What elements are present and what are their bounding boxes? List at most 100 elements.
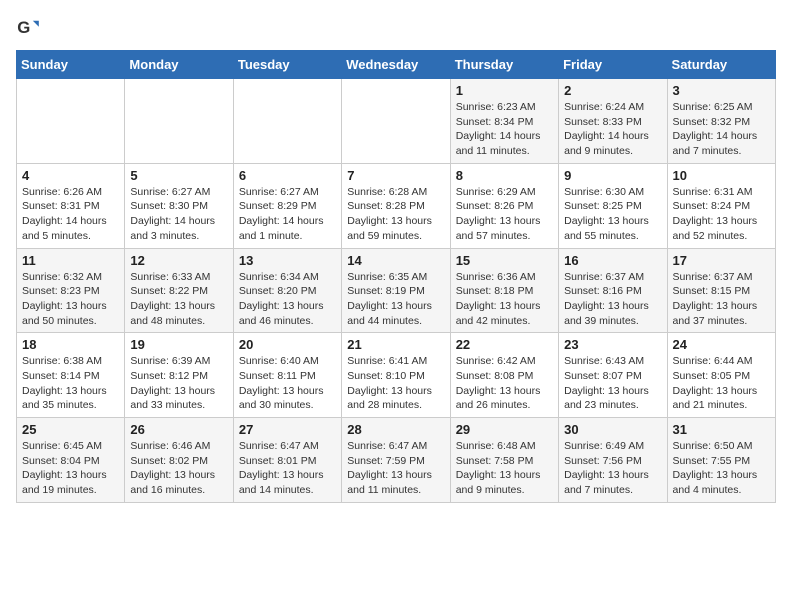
calendar-cell: 4 Sunrise: 6:26 AMSunset: 8:31 PMDaylight… <box>17 163 125 248</box>
day-info: Sunrise: 6:45 AMSunset: 8:04 PMDaylight:… <box>22 439 119 498</box>
day-info: Sunrise: 6:46 AMSunset: 8:02 PMDaylight:… <box>130 439 227 498</box>
day-number: 24 <box>673 337 770 352</box>
day-info: Sunrise: 6:28 AMSunset: 8:28 PMDaylight:… <box>347 185 444 244</box>
day-info: Sunrise: 6:47 AMSunset: 8:01 PMDaylight:… <box>239 439 336 498</box>
calendar-cell: 19 Sunrise: 6:39 AMSunset: 8:12 PMDayligh… <box>125 333 233 418</box>
calendar-cell: 27 Sunrise: 6:47 AMSunset: 8:01 PMDayligh… <box>233 418 341 503</box>
calendar-cell <box>125 79 233 164</box>
day-number: 13 <box>239 253 336 268</box>
day-number: 18 <box>22 337 119 352</box>
day-number: 4 <box>22 168 119 183</box>
day-info: Sunrise: 6:32 AMSunset: 8:23 PMDaylight:… <box>22 270 119 329</box>
calendar-table: SundayMondayTuesdayWednesdayThursdayFrid… <box>16 50 776 503</box>
day-number: 23 <box>564 337 661 352</box>
day-info: Sunrise: 6:43 AMSunset: 8:07 PMDaylight:… <box>564 354 661 413</box>
calendar-cell: 25Sunrise: 6:45 AMSunset: 8:04 PMDayligh… <box>17 418 125 503</box>
day-number: 9 <box>564 168 661 183</box>
calendar-cell: 30Sunrise: 6:49 AMSunset: 7:56 PMDayligh… <box>559 418 667 503</box>
calendar-cell: 1 Sunrise: 6:23 AMSunset: 8:34 PMDaylight… <box>450 79 558 164</box>
calendar-header-row: SundayMondayTuesdayWednesdayThursdayFrid… <box>17 51 776 79</box>
day-number: 1 <box>456 83 553 98</box>
day-info: Sunrise: 6:25 AMSunset: 8:32 PMDaylight:… <box>673 100 770 159</box>
day-info: Sunrise: 6:42 AMSunset: 8:08 PMDaylight:… <box>456 354 553 413</box>
day-info: Sunrise: 6:35 AMSunset: 8:19 PMDaylight:… <box>347 270 444 329</box>
calendar-week-row: 25Sunrise: 6:45 AMSunset: 8:04 PMDayligh… <box>17 418 776 503</box>
page-header: G <box>16 16 776 40</box>
calendar-cell: 9 Sunrise: 6:30 AMSunset: 8:25 PMDaylight… <box>559 163 667 248</box>
day-info: Sunrise: 6:38 AMSunset: 8:14 PMDaylight:… <box>22 354 119 413</box>
calendar-cell: 26 Sunrise: 6:46 AMSunset: 8:02 PMDayligh… <box>125 418 233 503</box>
calendar-cell: 31 Sunrise: 6:50 AMSunset: 7:55 PMDayligh… <box>667 418 775 503</box>
day-number: 28 <box>347 422 444 437</box>
calendar-cell: 29 Sunrise: 6:48 AMSunset: 7:58 PMDayligh… <box>450 418 558 503</box>
calendar-week-row: 11 Sunrise: 6:32 AMSunset: 8:23 PMDayligh… <box>17 248 776 333</box>
calendar-cell: 22 Sunrise: 6:42 AMSunset: 8:08 PMDayligh… <box>450 333 558 418</box>
calendar-cell: 17 Sunrise: 6:37 AMSunset: 8:15 PMDayligh… <box>667 248 775 333</box>
logo: G <box>16 16 44 40</box>
day-info: Sunrise: 6:40 AMSunset: 8:11 PMDaylight:… <box>239 354 336 413</box>
day-info: Sunrise: 6:26 AMSunset: 8:31 PMDaylight:… <box>22 185 119 244</box>
day-info: Sunrise: 6:36 AMSunset: 8:18 PMDaylight:… <box>456 270 553 329</box>
day-number: 3 <box>673 83 770 98</box>
calendar-cell: 5Sunrise: 6:27 AMSunset: 8:30 PMDaylight… <box>125 163 233 248</box>
day-number: 8 <box>456 168 553 183</box>
day-number: 20 <box>239 337 336 352</box>
calendar-cell: 23 Sunrise: 6:43 AMSunset: 8:07 PMDayligh… <box>559 333 667 418</box>
calendar-cell: 3 Sunrise: 6:25 AMSunset: 8:32 PMDaylight… <box>667 79 775 164</box>
day-info: Sunrise: 6:31 AMSunset: 8:24 PMDaylight:… <box>673 185 770 244</box>
day-number: 22 <box>456 337 553 352</box>
calendar-cell: 7 Sunrise: 6:28 AMSunset: 8:28 PMDaylight… <box>342 163 450 248</box>
calendar-cell: 14Sunrise: 6:35 AMSunset: 8:19 PMDayligh… <box>342 248 450 333</box>
calendar-cell <box>17 79 125 164</box>
day-info: Sunrise: 6:44 AMSunset: 8:05 PMDaylight:… <box>673 354 770 413</box>
calendar-cell: 13 Sunrise: 6:34 AMSunset: 8:20 PMDayligh… <box>233 248 341 333</box>
day-number: 19 <box>130 337 227 352</box>
calendar-cell: 21Sunrise: 6:41 AMSunset: 8:10 PMDayligh… <box>342 333 450 418</box>
day-info: Sunrise: 6:34 AMSunset: 8:20 PMDaylight:… <box>239 270 336 329</box>
day-info: Sunrise: 6:29 AMSunset: 8:26 PMDaylight:… <box>456 185 553 244</box>
day-info: Sunrise: 6:30 AMSunset: 8:25 PMDaylight:… <box>564 185 661 244</box>
day-number: 7 <box>347 168 444 183</box>
day-number: 27 <box>239 422 336 437</box>
day-number: 29 <box>456 422 553 437</box>
day-number: 21 <box>347 337 444 352</box>
calendar-header-thursday: Thursday <box>450 51 558 79</box>
calendar-cell: 10 Sunrise: 6:31 AMSunset: 8:24 PMDayligh… <box>667 163 775 248</box>
calendar-body: 1 Sunrise: 6:23 AMSunset: 8:34 PMDaylight… <box>17 79 776 503</box>
calendar-cell: 24 Sunrise: 6:44 AMSunset: 8:05 PMDayligh… <box>667 333 775 418</box>
calendar-header-saturday: Saturday <box>667 51 775 79</box>
logo-icon: G <box>16 16 40 40</box>
svg-text:G: G <box>17 18 30 37</box>
calendar-cell: 20 Sunrise: 6:40 AMSunset: 8:11 PMDayligh… <box>233 333 341 418</box>
day-number: 10 <box>673 168 770 183</box>
calendar-cell: 8 Sunrise: 6:29 AMSunset: 8:26 PMDaylight… <box>450 163 558 248</box>
calendar-header-friday: Friday <box>559 51 667 79</box>
day-info: Sunrise: 6:27 AMSunset: 8:30 PMDaylight:… <box>130 185 227 244</box>
calendar-cell: 12Sunrise: 6:33 AMSunset: 8:22 PMDayligh… <box>125 248 233 333</box>
calendar-cell <box>342 79 450 164</box>
day-info: Sunrise: 6:37 AMSunset: 8:15 PMDaylight:… <box>673 270 770 329</box>
day-info: Sunrise: 6:50 AMSunset: 7:55 PMDaylight:… <box>673 439 770 498</box>
calendar-cell <box>233 79 341 164</box>
calendar-cell: 16Sunrise: 6:37 AMSunset: 8:16 PMDayligh… <box>559 248 667 333</box>
day-number: 6 <box>239 168 336 183</box>
calendar-week-row: 4 Sunrise: 6:26 AMSunset: 8:31 PMDaylight… <box>17 163 776 248</box>
day-info: Sunrise: 6:24 AMSunset: 8:33 PMDaylight:… <box>564 100 661 159</box>
day-number: 15 <box>456 253 553 268</box>
day-number: 26 <box>130 422 227 437</box>
day-info: Sunrise: 6:39 AMSunset: 8:12 PMDaylight:… <box>130 354 227 413</box>
calendar-cell: 6 Sunrise: 6:27 AMSunset: 8:29 PMDaylight… <box>233 163 341 248</box>
calendar-cell: 11 Sunrise: 6:32 AMSunset: 8:23 PMDayligh… <box>17 248 125 333</box>
day-info: Sunrise: 6:23 AMSunset: 8:34 PMDaylight:… <box>456 100 553 159</box>
day-info: Sunrise: 6:27 AMSunset: 8:29 PMDaylight:… <box>239 185 336 244</box>
calendar-header-sunday: Sunday <box>17 51 125 79</box>
day-number: 11 <box>22 253 119 268</box>
day-info: Sunrise: 6:47 AMSunset: 7:59 PMDaylight:… <box>347 439 444 498</box>
day-number: 12 <box>130 253 227 268</box>
day-info: Sunrise: 6:48 AMSunset: 7:58 PMDaylight:… <box>456 439 553 498</box>
calendar-cell: 18 Sunrise: 6:38 AMSunset: 8:14 PMDayligh… <box>17 333 125 418</box>
day-number: 31 <box>673 422 770 437</box>
calendar-cell: 15 Sunrise: 6:36 AMSunset: 8:18 PMDayligh… <box>450 248 558 333</box>
calendar-cell: 2Sunrise: 6:24 AMSunset: 8:33 PMDaylight… <box>559 79 667 164</box>
day-number: 17 <box>673 253 770 268</box>
